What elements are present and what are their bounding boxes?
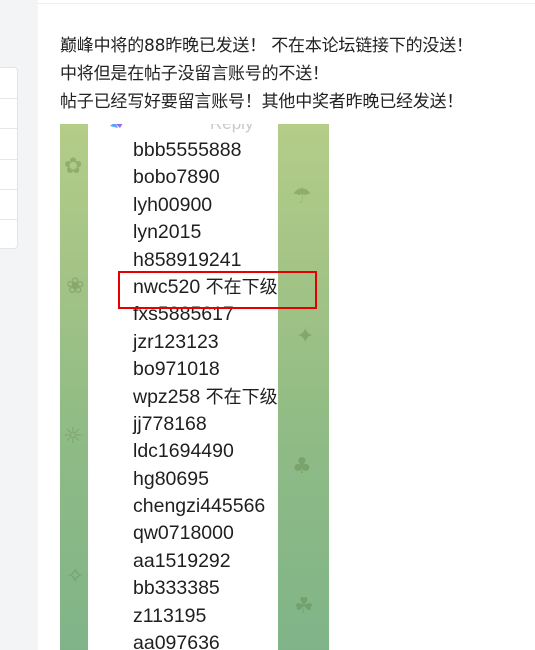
account-list-item: bb333385	[133, 575, 278, 602]
account-list-item: aa1519292	[133, 548, 278, 575]
account-list-item: bbb5555888	[133, 137, 278, 164]
account-list-item: hg80695	[133, 466, 278, 493]
background-doodle: ☘	[294, 594, 314, 619]
sidebar-divider	[0, 98, 17, 99]
reply-arrow-icon	[110, 124, 123, 128]
account-name: chengzi445566	[133, 495, 266, 518]
post-content-area: 巅峰中将的88昨晚已发送！ 不在本论坛链接下的没送！ 中将但是在帖子没留言账号的…	[38, 0, 535, 650]
account-list-item: wpz258 不在下级	[133, 384, 278, 411]
background-doodle: ☂	[292, 184, 312, 209]
account-list-item: jzr123123	[133, 329, 278, 356]
account-list-item: bo971018	[133, 356, 278, 383]
account-list-item: qw0718000	[133, 520, 278, 547]
sidebar-divider	[0, 189, 17, 190]
account-name: ldc1694490	[133, 440, 234, 463]
background-doodle: ❀	[66, 274, 85, 299]
background-doodle: ☼	[63, 424, 83, 449]
account-name: aa1519292	[133, 549, 231, 572]
winner-account-list: bbb5555888 bobo7890 lyh00900 lyn2015 h858919…	[133, 137, 278, 650]
account-list-item: aa097636	[133, 630, 278, 650]
background-doodle: ✿	[64, 154, 83, 179]
left-sidebar	[0, 0, 38, 650]
sidebar-divider	[0, 219, 17, 220]
background-doodle: ✦	[296, 324, 315, 349]
account-list-item: h858919241	[133, 247, 278, 274]
background-doodle: ✧	[66, 564, 85, 589]
reply-label: Reply	[210, 124, 253, 134]
post-line: 巅峰中将的88昨晚已发送！ 不在本论坛链接下的没送！	[60, 36, 473, 56]
account-list-item: ldc1694490	[133, 438, 278, 465]
account-name: jzr123123	[133, 330, 219, 353]
account-list-item: bobo7890	[133, 164, 278, 191]
account-list-item: lyn2015	[133, 219, 278, 246]
sidebar-card	[0, 67, 18, 249]
account-list-item: z113195	[133, 603, 278, 630]
account-name: hg80695	[133, 467, 209, 490]
account-name: aa097636	[133, 632, 220, 650]
sidebar-divider	[0, 128, 17, 129]
background-doodle: ♣	[292, 454, 312, 479]
account-list-item: lyh00900	[133, 192, 278, 219]
account-name: bbb5555888	[133, 139, 242, 161]
account-name: jj778168	[133, 412, 207, 435]
account-name: wpz258	[133, 385, 201, 408]
account-name: qw0718000	[133, 522, 234, 545]
account-name: bobo7890	[133, 166, 220, 189]
account-name: bo971018	[133, 358, 220, 381]
post-line: 中将但是在帖子没留言账号的不送！	[60, 64, 329, 84]
account-note: 不在下级	[205, 386, 278, 408]
sidebar-divider	[0, 159, 17, 160]
post-body: 巅峰中将的88昨晚已发送！ 不在本论坛链接下的没送！ 中将但是在帖子没留言账号的…	[60, 32, 520, 116]
account-list-item: chengzi445566	[133, 493, 278, 520]
post-line: 帖子已经写好要留言账号！其他中奖者昨晚已经发送！	[60, 92, 464, 112]
account-list-item: jj778168	[133, 411, 278, 438]
account-name: h858919241	[133, 248, 242, 271]
highlight-box	[118, 271, 317, 309]
account-name: bb333385	[133, 577, 220, 600]
chat-message-bubble: Reply bbb5555888 bobo7890 lyh00900 lyn2015 h…	[88, 124, 278, 650]
account-name: lyh00900	[133, 193, 213, 216]
post-top-border	[38, 0, 535, 4]
attached-chat-screenshot[interactable]: ✿ ☂ ❀ ✦ ☼ ♣ ✧ ☘ Reply bbb5555888 bobo7890…	[60, 124, 329, 650]
account-name: z113195	[133, 604, 207, 627]
account-name: lyn2015	[133, 221, 202, 244]
